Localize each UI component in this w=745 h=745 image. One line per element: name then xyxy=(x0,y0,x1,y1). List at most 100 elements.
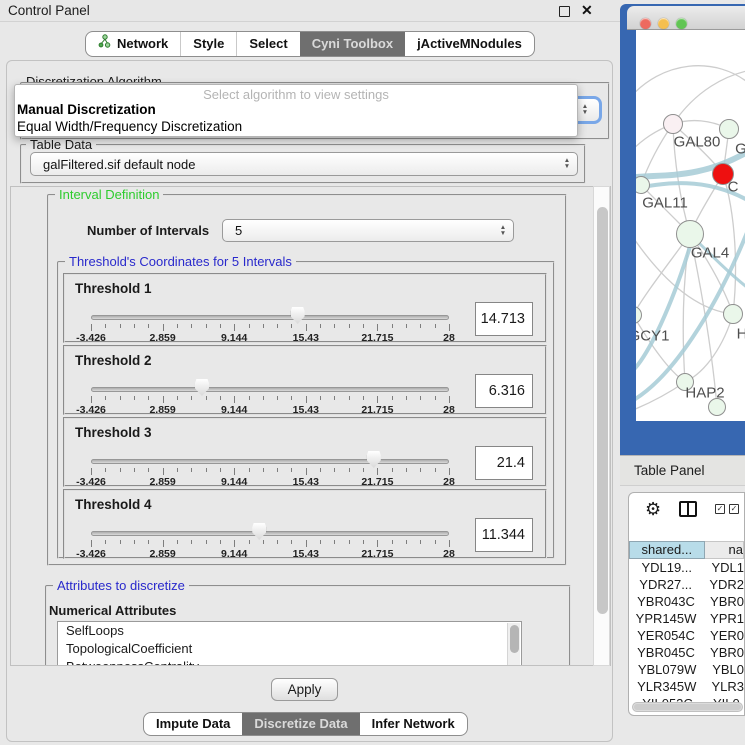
network-canvas[interactable]: GAL80GACGAL11GAL4GCY1HHAP2 xyxy=(636,30,745,421)
tab-select[interactable]: Select xyxy=(236,32,299,56)
network-node[interactable] xyxy=(636,176,650,194)
slider-tick xyxy=(334,468,335,472)
zoom-button-icon[interactable] xyxy=(676,18,687,29)
network-node[interactable] xyxy=(663,114,683,134)
cell-shared-name[interactable]: YBR045C xyxy=(629,644,703,661)
tab-discretize-data[interactable]: Discretize Data xyxy=(242,713,359,735)
cell-shared-name[interactable]: YBL079W xyxy=(629,661,705,678)
cell-shared-name[interactable]: YDL19... xyxy=(629,559,704,576)
slider-tick-label: 28 xyxy=(443,548,455,560)
tab-jactivemnodules[interactable]: jActiveMNodules xyxy=(405,32,534,56)
cell-name[interactable]: YDR2 xyxy=(702,576,744,593)
network-node[interactable] xyxy=(719,119,739,139)
cell-shared-name[interactable]: YDR27... xyxy=(629,576,702,593)
number-of-intervals-spinner[interactable]: 5 ▲▼ xyxy=(222,219,514,242)
float-window-icon[interactable] xyxy=(559,6,570,17)
close-panel-icon[interactable]: ✕ xyxy=(581,2,593,19)
network-node-label: GA xyxy=(735,141,745,158)
threshold-4-slider-thumb[interactable] xyxy=(252,523,266,540)
list-item-betweennesscentrality[interactable]: BetweennessCentrality xyxy=(58,658,521,666)
slider-tick xyxy=(392,396,393,400)
cell-name[interactable]: YBR0 xyxy=(703,644,744,661)
slider-tick xyxy=(306,324,307,331)
slider-tick xyxy=(334,324,335,328)
combo-arrows-icon[interactable]: ▲▼ xyxy=(557,158,577,170)
combo-arrows-icon[interactable]: ▲▼ xyxy=(575,104,595,116)
table-row[interactable]: YDL19...YDL1 xyxy=(629,559,744,576)
network-node[interactable] xyxy=(723,304,743,324)
slider-tick xyxy=(263,468,264,472)
table-row[interactable]: YDR27...YDR2 xyxy=(629,576,744,593)
cell-shared-name[interactable]: YPR145W xyxy=(629,610,703,627)
threshold-4-value-field[interactable]: 11.344 xyxy=(475,518,533,552)
checkbox-icon[interactable]: ✓ xyxy=(715,504,725,514)
threshold-3-slider-thumb[interactable] xyxy=(367,451,381,468)
slider-tick xyxy=(234,540,235,547)
spinner-arrows-icon[interactable]: ▲▼ xyxy=(493,225,513,237)
cell-name[interactable]: YER0 xyxy=(703,627,744,644)
network-window-titlebar[interactable] xyxy=(627,6,745,30)
network-node[interactable] xyxy=(708,398,726,416)
horizontal-scrollbar[interactable] xyxy=(632,702,743,712)
cell-shared-name[interactable]: YER054C xyxy=(629,627,703,644)
column-header-name[interactable]: na xyxy=(705,541,744,559)
dropdown-option-equal-width[interactable]: Equal Width/Frequency Discretization xyxy=(17,119,242,134)
tab-cyni-toolbox[interactable]: Cyni Toolbox xyxy=(300,32,405,56)
numerical-attributes-list[interactable]: SelfLoops TopologicalCoefficient Between… xyxy=(57,621,522,666)
slider-tick xyxy=(363,540,364,544)
dropdown-option-manual[interactable]: Manual Discretization xyxy=(17,102,156,117)
column-header-shared-name[interactable]: shared... xyxy=(629,541,705,559)
split-columns-icon[interactable] xyxy=(679,501,697,517)
tab-network[interactable]: Network xyxy=(86,32,180,56)
list-item-selfloops[interactable]: SelfLoops xyxy=(58,622,521,640)
table-row[interactable]: YPR145WYPR1 xyxy=(629,610,744,627)
cell-name[interactable]: YBL0 xyxy=(705,661,744,678)
threshold-4-slider-track[interactable] xyxy=(91,531,449,536)
list-item-topologicalcoefficient[interactable]: TopologicalCoefficient xyxy=(58,640,521,658)
table-row[interactable]: YBR045CYBR0 xyxy=(629,644,744,661)
threshold-3-slider-track[interactable] xyxy=(91,459,449,464)
cell-name[interactable]: YLR3 xyxy=(704,678,744,695)
threshold-2-slider-thumb[interactable] xyxy=(195,379,209,396)
slider-tick xyxy=(291,324,292,328)
table-row[interactable]: YBL079WYBL0 xyxy=(629,661,744,678)
cell-name[interactable]: YBR0 xyxy=(703,593,744,610)
checkbox-icon[interactable]: ✓ xyxy=(729,504,739,514)
slider-tick xyxy=(163,540,164,547)
tab-cyni-toolbox-label: Cyni Toolbox xyxy=(312,32,393,56)
cell-name[interactable]: YPR1 xyxy=(703,610,744,627)
close-button-icon[interactable] xyxy=(640,18,651,29)
apply-button[interactable]: Apply xyxy=(271,678,338,701)
threshold-3-value-field[interactable]: 21.4 xyxy=(475,446,533,480)
horizontal-scrollbar-thumb[interactable] xyxy=(634,704,741,710)
cell-shared-name[interactable]: YLR345W xyxy=(629,678,704,695)
slider-tick xyxy=(206,540,207,544)
cell-shared-name[interactable]: YBR043C xyxy=(629,593,703,610)
slider-tick xyxy=(134,324,135,328)
tab-style[interactable]: Style xyxy=(180,32,236,56)
tab-infer-network[interactable]: Infer Network xyxy=(360,713,467,735)
slider-tick xyxy=(120,540,121,544)
gear-icon[interactable]: ⚙ xyxy=(645,499,661,520)
table-row[interactable]: YER054CYER0 xyxy=(629,627,744,644)
network-node-label: GAL80 xyxy=(674,134,721,151)
table-row[interactable]: YBR043CYBR0 xyxy=(629,593,744,610)
minimize-button-icon[interactable] xyxy=(658,18,669,29)
list-scrollbar[interactable] xyxy=(507,623,520,665)
tab-impute-data[interactable]: Impute Data xyxy=(144,713,242,735)
network-node[interactable] xyxy=(636,306,642,324)
table-row[interactable]: YLR345WYLR3 xyxy=(629,678,744,695)
threshold-2-slider-track[interactable] xyxy=(91,387,449,392)
list-scrollbar-thumb[interactable] xyxy=(510,625,519,653)
panel-scrollbar[interactable] xyxy=(593,186,610,666)
threshold-2-value-field[interactable]: 6.316 xyxy=(475,374,533,408)
slider-tick xyxy=(120,324,121,328)
threshold-1-slider-thumb[interactable] xyxy=(291,307,305,324)
slider-tick xyxy=(377,396,378,403)
panel-scrollbar-thumb[interactable] xyxy=(597,207,608,614)
threshold-1-slider-track[interactable] xyxy=(91,315,449,320)
table-data-combobox[interactable]: galFiltered.sif default node ▲▼ xyxy=(30,152,578,176)
cell-name[interactable]: YDL1 xyxy=(704,559,744,576)
slider-tick xyxy=(105,324,106,328)
threshold-1-value-field[interactable]: 14.713 xyxy=(475,302,533,336)
